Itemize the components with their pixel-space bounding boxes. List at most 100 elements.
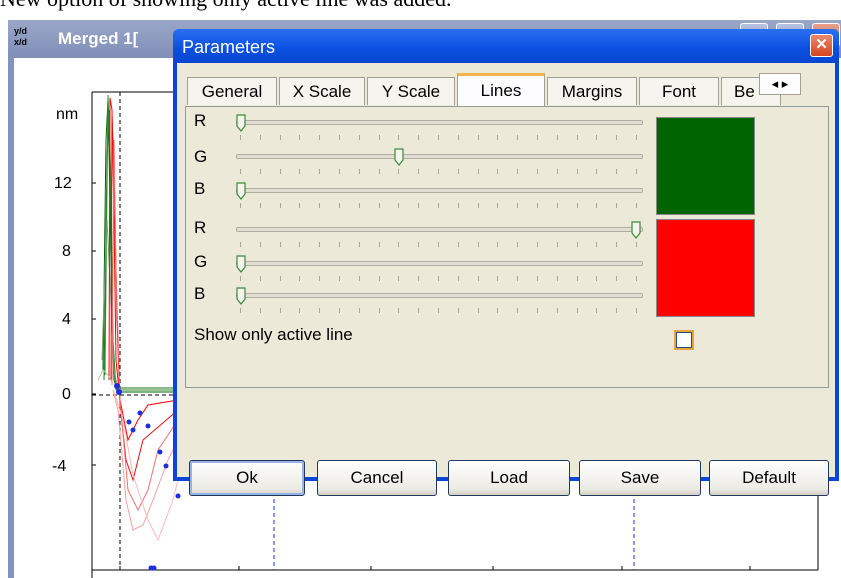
slider-tick [259,203,261,208]
load-button[interactable]: Load [448,460,570,496]
slider-tick [358,135,360,140]
close-icon[interactable]: ✕ [810,34,833,57]
line1-r-slider-track[interactable] [236,120,643,125]
line2-b-slider-ticks [240,308,637,314]
default-button[interactable]: Default [709,460,829,496]
y-tick-label: 4 [62,311,71,328]
slider-tick [378,276,380,281]
slider-tick [240,203,241,208]
slider-tick [576,203,578,208]
line1-g-slider-track[interactable] [236,154,643,159]
slider-tick [556,203,558,208]
slider-tick [457,242,459,247]
slider-tick [418,169,420,174]
slider-tick [457,308,459,313]
slider-tick [576,308,578,313]
slider-tick [378,308,380,313]
slider-tick [616,169,618,174]
slider-tick [576,242,578,247]
y-tick-label: 12 [54,175,72,192]
slider-tick [319,169,321,174]
slider-tick [240,242,241,247]
slider-tick [339,203,340,208]
slider-tick [477,276,479,281]
tab-scroll-arrows[interactable]: ◂ ▸ [759,73,801,95]
line1-b-slider-track[interactable] [236,188,643,193]
slider-tick [457,135,459,140]
slider-tick [438,169,439,174]
slider-tick [457,169,459,174]
dialog-title: Parameters [182,37,276,57]
dialog-body: General X Scale Y Scale Lines Margins Fo… [177,63,835,496]
slider-tick [259,135,261,140]
y-tick-label: 8 [62,243,71,260]
slider-tick [358,308,360,313]
slider-tick [477,242,479,247]
line2-g-label: G [194,252,208,271]
slider-tick [240,308,241,313]
cancel-button[interactable]: Cancel [317,460,437,496]
slider-tick [279,276,281,281]
line2-g-slider-track[interactable] [236,261,643,266]
slider-tick [457,203,459,208]
slider-tick [517,308,519,313]
slider-tick [259,242,261,247]
slider-tick [438,276,439,281]
ok-button[interactable]: Ok [189,460,305,496]
tab-font[interactable]: Font [639,77,719,105]
slider-tick [279,135,281,140]
slider-tick [398,308,400,313]
slider-tick [517,276,519,281]
slider-tick [378,169,380,174]
dialog-titlebar[interactable]: Parameters ✕ [173,29,839,63]
line2-r-slider-thumb[interactable] [631,221,641,239]
slider-tick [259,169,261,174]
slider-tick [517,242,519,247]
slider-tick [358,203,360,208]
slider-tick [517,203,519,208]
tab-margins[interactable]: Margins [547,77,637,105]
tab-x-scale[interactable]: X Scale [279,77,365,105]
line2-b-slider-thumb[interactable] [236,287,246,305]
line2-b-label: B [194,284,206,303]
line2-r-slider-track[interactable] [236,227,643,232]
line1-r-slider-ticks [240,135,637,141]
line1-r-slider-thumb[interactable] [236,114,246,132]
show-active-line-checkbox[interactable] [674,330,694,350]
line2-b-slider-track[interactable] [236,293,643,298]
slider-tick [378,135,380,140]
slider-tick [339,276,340,281]
slider-tick [537,203,538,208]
slider-tick [240,135,241,140]
slider-tick [358,169,360,174]
slider-tick [438,135,439,140]
slider-tick [636,308,637,313]
slider-tick [418,276,420,281]
line1-r-label: R [194,111,207,130]
slider-tick [477,135,479,140]
slider-tick [497,242,499,247]
slider-tick [438,242,439,247]
tab-general[interactable]: General [187,77,277,105]
tab-y-scale[interactable]: Y Scale [367,77,455,105]
slider-tick [596,169,598,174]
slider-tick [616,308,618,313]
slider-tick [438,308,439,313]
slider-tick [497,276,499,281]
line1-g-slider-thumb[interactable] [394,148,404,166]
slider-tick [576,169,578,174]
save-button[interactable]: Save [579,460,701,496]
slider-tick [636,203,637,208]
tab-lines[interactable]: Lines [457,73,545,106]
slider-tick [616,242,618,247]
line2-g-slider-thumb[interactable] [236,255,246,273]
slider-tick [418,308,420,313]
slider-tick [596,135,598,140]
slider-tick [378,242,380,247]
slider-tick [616,276,618,281]
slider-tick [319,308,321,313]
slider-tick [358,242,360,247]
line2-g-slider-ticks [240,276,637,282]
line1-b-slider-thumb[interactable] [236,182,246,200]
slider-tick [319,276,321,281]
